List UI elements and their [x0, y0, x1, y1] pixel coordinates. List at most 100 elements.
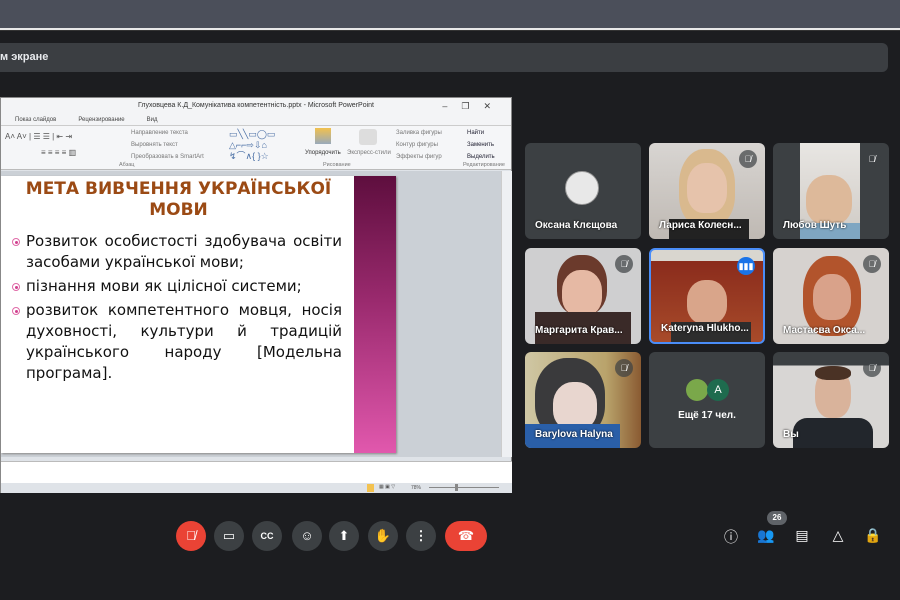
zoom-slider[interactable]	[429, 487, 499, 488]
video-feed	[553, 382, 597, 430]
view-icons[interactable]: ▦ ▣ ▽	[379, 484, 395, 490]
shared-screen-powerpoint: Глуховцева К.Д_Комунікатива компетентніс…	[0, 97, 512, 493]
people-icon[interactable]: 👥	[757, 527, 775, 544]
ribbon: A˄ A˅ | ☰ ☰ | ⇤ ⇥ ≡ ≡ ≡ ≡ ▥ Направление …	[1, 126, 511, 170]
present-button[interactable]: ⬆	[329, 521, 359, 551]
participant-tile[interactable]: Оксана Клєщова	[525, 143, 641, 239]
avatar: A	[707, 379, 729, 401]
window-controls: –❐✕	[442, 101, 505, 111]
captions-button[interactable]: CC	[252, 521, 282, 551]
participant-name: Оксана Клєщова	[535, 220, 618, 231]
ribbon-tabs: Показ слайдов Рецензирование Вид	[1, 114, 511, 126]
participant-tile-self[interactable]: 🎙̸ Вы	[773, 352, 889, 448]
normal-view-icon[interactable]	[367, 484, 374, 492]
leave-call-button[interactable]: ☎	[445, 521, 487, 551]
participant-tile[interactable]: 🎙̸ Barylova Halyna	[525, 352, 641, 448]
bullet-item: пізнання мови як цілісної системи;	[12, 276, 342, 297]
group-editing: Редактирование	[463, 162, 505, 168]
bullet-text: пізнання мови як цілісної системи;	[26, 277, 302, 295]
shapes-gallery[interactable]: ▭╲╲▭◯▭ △⌐⌐⇨⇩⌂ ↯⌒∧{ }☆	[229, 129, 275, 162]
shape-fill-button[interactable]: Заливка фигуры	[396, 130, 442, 136]
mic-off-icon: 🎙̸	[615, 359, 633, 377]
participant-tile[interactable]: 🎙̸ Мастаєва Окса...	[773, 248, 889, 344]
window-title: Глуховцева К.Д_Комунікатива компетентніс…	[1, 98, 511, 114]
video-feed	[806, 175, 852, 225]
slide-decor-band	[354, 176, 396, 453]
host-controls-lock-icon[interactable]: 🔒	[864, 527, 882, 544]
camera-icon: ▭	[222, 528, 236, 543]
present-screen-icon: ⬆	[338, 528, 350, 543]
presentation-banner: м экране	[0, 43, 888, 72]
tab-slideshow[interactable]: Показ слайдов	[15, 114, 56, 125]
more-vert-icon: ⋮	[414, 528, 428, 543]
tab-view[interactable]: Вид	[147, 114, 158, 125]
align-text-button[interactable]: Выровнять текст	[131, 142, 178, 148]
video-feed	[687, 163, 727, 213]
font-size-icons[interactable]: A˄ A˅ | ☰ ☰ | ⇤ ⇥	[5, 132, 72, 141]
browser-top-bar	[0, 0, 900, 28]
slide-title: МЕТА ВИВЧЕННЯ УКРАЇНСЬКОЇ МОВИ	[25, 179, 332, 220]
chat-icon[interactable]: ▤	[793, 527, 811, 544]
bullet-icon	[12, 238, 20, 246]
find-button[interactable]: Найти	[467, 130, 484, 136]
slide-bullets: Розвиток особистості здобувача освіти за…	[12, 231, 342, 387]
meeting-info-icon[interactable]: ⓘ	[722, 527, 740, 547]
bullet-item: Розвиток особистості здобувача освіти за…	[12, 231, 342, 273]
hang-up-icon: ☎	[457, 528, 475, 543]
participant-name: Barylova Halyna	[535, 429, 613, 440]
mic-off-icon: 🎙̸	[863, 150, 881, 168]
text-direction-button[interactable]: Направление текста	[131, 130, 188, 136]
group-paragraph: Абзац	[119, 162, 135, 168]
zoom-slider-thumb[interactable]	[455, 484, 458, 491]
mic-off-icon: 🎙̸	[739, 150, 757, 168]
bullet-icon	[12, 283, 20, 291]
avatar	[686, 379, 708, 401]
window-title-text: Глуховцева К.Д_Комунікатива компетентніс…	[137, 102, 374, 109]
arrange-button[interactable]: Упорядочить	[305, 150, 341, 156]
mic-off-icon: 🎙̸	[615, 255, 633, 273]
shape-outline-button[interactable]: Контур фигуры	[396, 142, 438, 148]
participant-tile[interactable]: 🎙̸ Лариса Колесн...	[649, 143, 765, 239]
smartart-button[interactable]: Преобразовать в SmartArt	[131, 154, 204, 160]
notes-pane[interactable]	[1, 461, 512, 483]
zoom-level: 78%	[411, 485, 422, 491]
quick-styles-icon	[359, 129, 377, 145]
quick-styles-button[interactable]: Экспресс-стили	[347, 150, 391, 156]
status-bar: ▦ ▣ ▽ 78%	[1, 483, 512, 493]
participant-name: Мастаєва Окса...	[783, 325, 866, 336]
vertical-scrollbar[interactable]	[501, 171, 512, 457]
mic-off-icon: 🎙̸	[186, 528, 196, 543]
mic-off-icon: 🎙̸	[863, 359, 881, 377]
more-options-button[interactable]: ⋮	[406, 521, 436, 551]
divider	[0, 28, 900, 31]
bullet-text: розвиток компетентного мовця, носія духо…	[26, 301, 342, 382]
reactions-button[interactable]: ☺	[292, 521, 322, 551]
camera-toggle-button[interactable]: ▭	[214, 521, 244, 551]
activities-icon[interactable]: △	[829, 527, 847, 544]
mic-toggle-button[interactable]: 🎙̸	[176, 521, 206, 551]
participant-name: Любов Шуть	[783, 220, 847, 231]
bullet-text: Розвиток особистості здобувача освіти за…	[26, 232, 342, 271]
people-count-badge: 26	[767, 511, 787, 525]
video-feed	[815, 366, 851, 380]
tab-review[interactable]: Рецензирование	[78, 114, 124, 125]
participant-name: Kateryna Hlukho...	[661, 323, 749, 334]
replace-button[interactable]: Заменить	[467, 142, 494, 148]
participant-name: Маргарита Крав...	[535, 325, 623, 336]
captions-icon: CC	[260, 531, 274, 541]
select-button[interactable]: Выделить	[467, 154, 495, 160]
bullet-icon	[12, 307, 20, 315]
video-feed	[562, 270, 602, 316]
video-feed	[793, 418, 873, 448]
raise-hand-button[interactable]: ✋	[368, 521, 398, 551]
participant-tile[interactable]: 🎙̸ Маргарита Крав...	[525, 248, 641, 344]
more-count-label: Ещё 17 чел.	[678, 410, 736, 421]
shape-effects-button[interactable]: Эффекты фигур	[396, 154, 442, 160]
hand-icon: ✋	[374, 528, 392, 543]
group-drawing: Рисование	[323, 162, 351, 168]
participant-tile[interactable]: 🎙̸ Любов Шуть	[773, 143, 889, 239]
participant-tile-speaking[interactable]: ▮▮▮ Kateryna Hlukho...	[649, 248, 765, 344]
paragraph-align-icons[interactable]: ≡ ≡ ≡ ≡ ▥	[41, 148, 76, 157]
speaking-indicator-icon: ▮▮▮	[737, 257, 755, 275]
more-participants-tile[interactable]: A Ещё 17 чел.	[649, 352, 765, 448]
